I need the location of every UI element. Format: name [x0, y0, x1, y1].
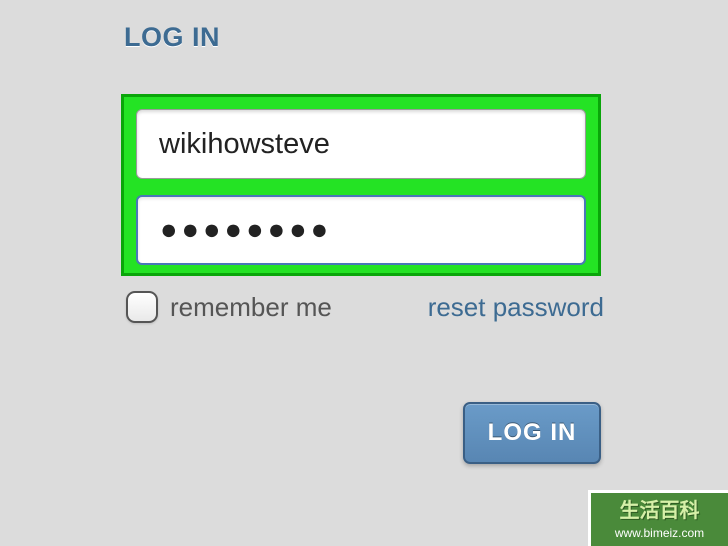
- login-button[interactable]: LOG IN: [463, 402, 601, 464]
- page-title: LOG IN: [124, 22, 220, 53]
- username-input[interactable]: wikihowsteve: [136, 109, 586, 179]
- watermark-text: 生活百科: [620, 498, 700, 524]
- remember-me-label: remember me: [170, 292, 332, 323]
- watermark: 生活百科 www.bimeiz.com: [588, 490, 728, 546]
- input-highlight-box: wikihowsteve ●●●●●●●●: [121, 94, 601, 276]
- password-input[interactable]: ●●●●●●●●: [136, 195, 586, 265]
- watermark-url: www.bimeiz.com: [615, 526, 704, 542]
- remember-me-checkbox[interactable]: [126, 291, 158, 323]
- reset-password-link[interactable]: reset password: [428, 292, 604, 323]
- options-row: remember me reset password: [126, 291, 604, 323]
